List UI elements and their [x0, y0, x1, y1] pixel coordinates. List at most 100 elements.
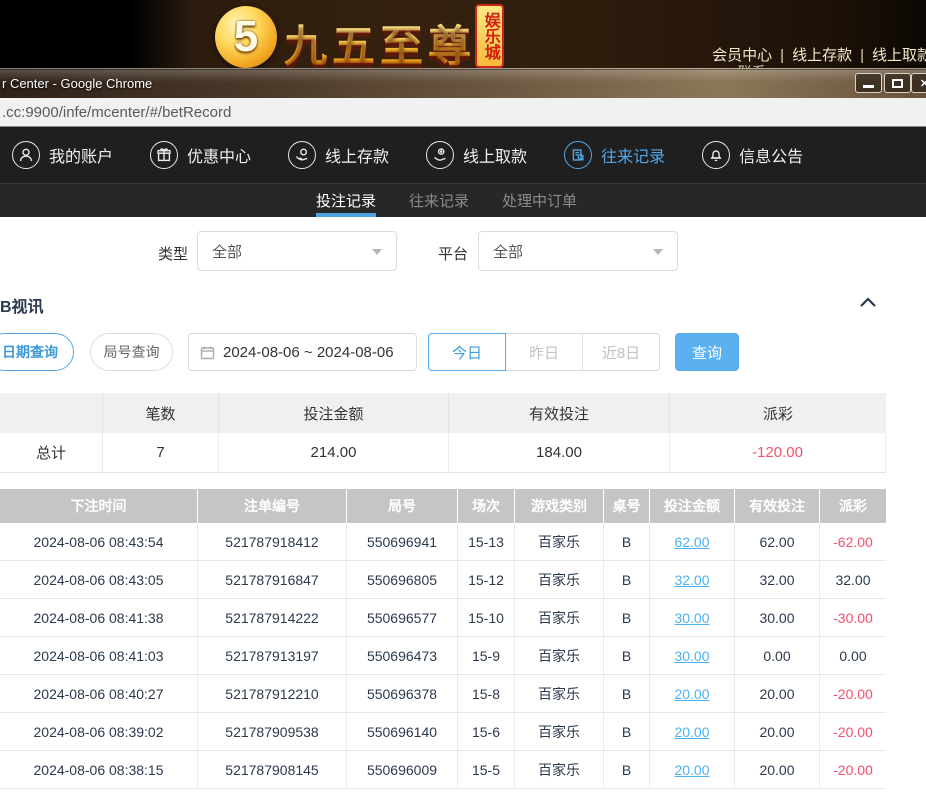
table-row: 2024-08-06 08:38:15 521787908145 5506960…: [0, 751, 886, 789]
tab-pending-orders[interactable]: 处理中订单: [502, 184, 577, 217]
cell-game-type: 百家乐: [515, 561, 604, 598]
cell-table-no: B: [604, 713, 650, 750]
table-row: 2024-08-06 08:41:38 521787914222 5506965…: [0, 599, 886, 637]
cell-bet-time: 2024-08-06 08:40:27: [0, 675, 198, 712]
cell-game-type: 百家乐: [515, 675, 604, 712]
link-separator: |: [860, 47, 864, 64]
close-button[interactable]: ✕: [911, 73, 926, 93]
nav-item-promotions[interactable]: 优惠中心: [150, 141, 251, 169]
chevron-up-icon: [858, 295, 878, 309]
date-query-toggle[interactable]: 日期查询: [0, 333, 74, 371]
maximize-icon: [892, 79, 903, 88]
bell-icon: [702, 141, 730, 169]
platform-select[interactable]: 全部: [478, 231, 678, 271]
cell-valid-bet: 32.00: [735, 561, 820, 598]
cell-valid-bet: 20.00: [735, 713, 820, 750]
tab-transaction-records[interactable]: 往来记录: [409, 184, 469, 217]
round-query-toggle[interactable]: 局号查询: [90, 333, 173, 371]
gift-icon: [150, 141, 178, 169]
address-bar[interactable]: .cc:9900/infe/mcenter/#/betRecord: [0, 98, 926, 127]
online-withdraw-link[interactable]: 线上取款: [872, 47, 926, 64]
online-deposit-link[interactable]: 线上存款: [792, 47, 852, 64]
cell-payout: -20.00: [820, 751, 886, 788]
cell-bet-time: 2024-08-06 08:43:54: [0, 523, 198, 560]
col-header-bet-time: 下注时间: [0, 489, 198, 523]
nav-label: 往来记录: [601, 143, 665, 167]
bet-amount-link[interactable]: 30.00: [674, 648, 709, 664]
nav-label: 线上存款: [325, 143, 389, 167]
col-header-order-no: 注单编号: [198, 489, 347, 523]
link-separator: |: [780, 47, 784, 64]
bet-amount-link[interactable]: 32.00: [674, 572, 709, 588]
table-row: 2024-08-06 08:39:02 521787909538 5506961…: [0, 713, 886, 751]
cell-payout: 0.00: [820, 637, 886, 674]
chevron-down-icon: [372, 249, 382, 255]
nav-item-records[interactable]: 往来记录: [564, 141, 665, 169]
search-button[interactable]: 查询: [675, 333, 739, 371]
nav-item-my-account[interactable]: 我的账户: [12, 141, 113, 169]
cell-game-type: 百家乐: [515, 751, 604, 788]
quick-yesterday-button[interactable]: 昨日: [505, 333, 583, 371]
summary-header-payout: 派彩: [670, 393, 886, 433]
cell-order-no: 521787916847: [198, 561, 347, 598]
summary-total-label: 总计: [0, 433, 103, 472]
nav-label: 优惠中心: [187, 143, 251, 167]
cell-round-no: 550696473: [347, 637, 458, 674]
site-logo-text: 九五至尊: [284, 12, 476, 74]
bet-amount-link[interactable]: 30.00: [674, 610, 709, 626]
collapse-section-button[interactable]: [858, 295, 880, 313]
cell-table-no: B: [604, 675, 650, 712]
bet-amount-link[interactable]: 62.00: [674, 534, 709, 550]
col-header-bet-amount: 投注金额: [650, 489, 735, 523]
url-text: .cc:9900/infe/mcenter/#/betRecord: [2, 104, 231, 121]
main-content: 类型 全部 平台 全部 B视讯 日期查询 局号查询 2024-08-06 ~ 2…: [0, 217, 926, 799]
cell-table-no: B: [604, 599, 650, 636]
type-select[interactable]: 全部: [197, 231, 397, 271]
cell-valid-bet: 62.00: [735, 523, 820, 560]
summary-table: 笔数 投注金额 有效投注 派彩 总计 7 214.00 184.00 -120.…: [0, 393, 886, 473]
summary-valid-bet-value: 184.00: [449, 433, 670, 472]
nav-item-deposit[interactable]: 线上存款: [288, 141, 389, 169]
bet-amount-link[interactable]: 20.00: [674, 762, 709, 778]
summary-count-value: 7: [103, 433, 219, 472]
nav-item-withdraw[interactable]: 线上取款: [426, 141, 527, 169]
site-banner: 5 九五至尊 娱乐城 会员中心|线上存款|线上取款 联系: [0, 0, 926, 68]
cell-payout: -20.00: [820, 713, 886, 750]
cell-valid-bet: 20.00: [735, 675, 820, 712]
cell-session: 15-6: [458, 713, 515, 750]
cell-payout: 32.00: [820, 561, 886, 598]
calendar-icon: [200, 345, 215, 360]
col-header-table-no: 桌号: [604, 489, 650, 523]
summary-payout-value: -120.00: [670, 433, 886, 472]
cell-bet-time: 2024-08-06 08:39:02: [0, 713, 198, 750]
nav-item-notices[interactable]: 信息公告: [702, 141, 803, 169]
maximize-button[interactable]: [884, 73, 911, 93]
bet-amount-link[interactable]: 20.00: [674, 686, 709, 702]
date-range-input[interactable]: 2024-08-06 ~ 2024-08-06: [188, 333, 417, 371]
minimize-button[interactable]: [855, 73, 882, 93]
platform-filter-label: 平台: [438, 243, 468, 264]
quick-today-button[interactable]: 今日: [428, 333, 506, 371]
col-header-round-no: 局号: [347, 489, 458, 523]
tab-bet-records[interactable]: 投注记录: [316, 184, 376, 217]
cell-round-no: 550696009: [347, 751, 458, 788]
cell-payout: -30.00: [820, 599, 886, 636]
user-icon: [12, 141, 40, 169]
nav-label: 线上取款: [463, 143, 527, 167]
cell-table-no: B: [604, 561, 650, 598]
quick-last8days-button[interactable]: 近8日: [582, 333, 660, 371]
window-titlebar[interactable]: r Center - Google Chrome ✕: [0, 68, 926, 98]
cell-order-no: 521787913197: [198, 637, 347, 674]
chevron-down-icon: [653, 249, 663, 255]
col-header-payout: 派彩: [820, 489, 886, 523]
cell-game-type: 百家乐: [515, 713, 604, 750]
cell-session: 15-13: [458, 523, 515, 560]
cell-session: 15-5: [458, 751, 515, 788]
cell-round-no: 550696577: [347, 599, 458, 636]
cell-order-no: 521787909538: [198, 713, 347, 750]
col-header-game-type: 游戏类别: [515, 489, 604, 523]
bet-amount-link[interactable]: 20.00: [674, 724, 709, 740]
cell-order-no: 521787918412: [198, 523, 347, 560]
cell-payout: -20.00: [820, 675, 886, 712]
withdraw-icon: [426, 141, 454, 169]
